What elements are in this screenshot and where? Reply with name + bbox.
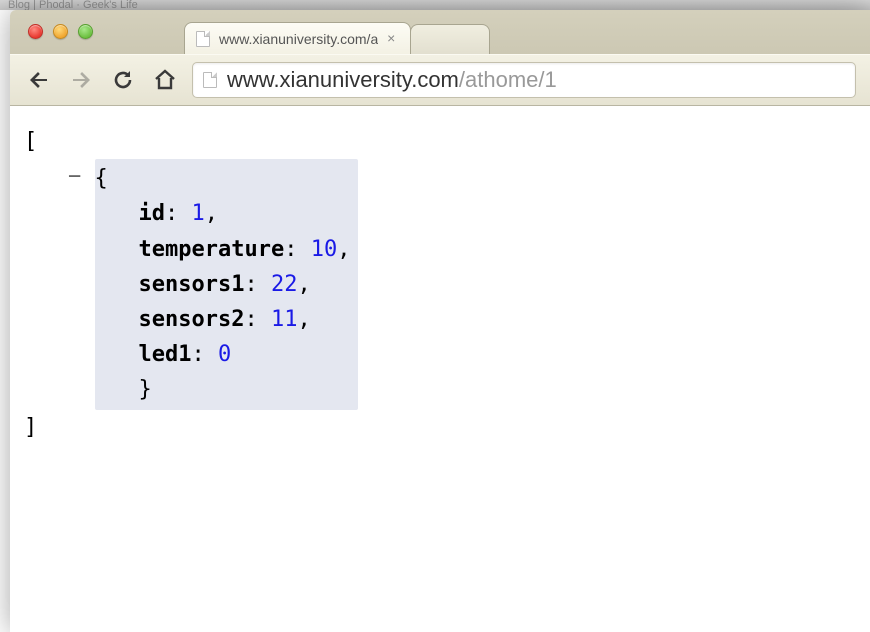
- window-close-button[interactable]: [28, 24, 43, 39]
- window-zoom-button[interactable]: [78, 24, 93, 39]
- json-row: sensors1: 22,: [95, 267, 351, 302]
- json-colon: :: [244, 307, 271, 332]
- traffic-lights: [28, 24, 93, 39]
- json-viewer: [ − { id: 1,temperature: 10,sensors1: 22…: [24, 124, 856, 445]
- json-row: id: 1,: [95, 196, 351, 231]
- os-tab-left: Blog | Phodal · Geek's Life: [8, 0, 138, 10]
- object-close: }: [139, 377, 152, 402]
- json-colon: :: [165, 201, 192, 226]
- json-value: 1: [192, 201, 205, 226]
- tab-bar: www.xianuniversity.com/a ×: [10, 10, 870, 54]
- back-button[interactable]: [24, 65, 54, 95]
- window-minimize-button[interactable]: [53, 24, 68, 39]
- home-icon: [153, 68, 177, 92]
- page-content: [ − { id: 1,temperature: 10,sensors1: 22…: [10, 106, 870, 632]
- reload-icon: [111, 68, 135, 92]
- document-icon: [196, 31, 210, 47]
- url-host: www.xianuniversity.com: [227, 67, 459, 92]
- json-colon: :: [244, 272, 271, 297]
- json-key: sensors2: [139, 307, 245, 332]
- toolbar: www.xianuniversity.com/athome/1: [10, 54, 870, 106]
- arrow-right-icon: [69, 68, 93, 92]
- json-key: sensors1: [139, 272, 245, 297]
- object-open: {: [95, 166, 108, 191]
- os-tab-strip: Blog | Phodal · Geek's Life: [0, 0, 870, 10]
- tab-close-button[interactable]: ×: [384, 32, 398, 46]
- json-object: { id: 1,temperature: 10,sensors1: 22,sen…: [95, 159, 359, 409]
- json-row: led1: 0: [95, 337, 351, 372]
- json-value: 22: [271, 272, 298, 297]
- url-text: www.xianuniversity.com/athome/1: [227, 67, 557, 93]
- json-colon: :: [191, 342, 218, 367]
- array-open: [: [24, 129, 37, 154]
- json-comma: ,: [297, 307, 310, 332]
- json-row: temperature: 10,: [95, 232, 351, 267]
- url-path: /athome/1: [459, 67, 557, 92]
- json-comma: ,: [337, 237, 350, 262]
- json-key: led1: [139, 342, 192, 367]
- json-comma: ,: [297, 272, 310, 297]
- disclosure-toggle[interactable]: −: [68, 164, 81, 189]
- document-icon: [203, 72, 217, 88]
- json-value: 10: [311, 237, 338, 262]
- forward-button[interactable]: [66, 65, 96, 95]
- json-value: 11: [271, 307, 298, 332]
- json-row: sensors2: 11,: [95, 302, 351, 337]
- browser-window: www.xianuniversity.com/a ×: [10, 10, 870, 632]
- browser-tab-inactive[interactable]: [410, 24, 490, 54]
- page-icon: [195, 31, 211, 47]
- json-key: temperature: [139, 237, 285, 262]
- home-button[interactable]: [150, 65, 180, 95]
- json-comma: ,: [205, 201, 218, 226]
- json-value: 0: [218, 342, 231, 367]
- json-colon: :: [284, 237, 311, 262]
- array-close: ]: [24, 415, 37, 440]
- address-bar[interactable]: www.xianuniversity.com/athome/1: [192, 62, 856, 98]
- arrow-left-icon: [27, 68, 51, 92]
- reload-button[interactable]: [108, 65, 138, 95]
- browser-tab-active[interactable]: www.xianuniversity.com/a ×: [184, 22, 411, 54]
- json-key: id: [139, 201, 166, 226]
- tab-title: www.xianuniversity.com/a: [219, 31, 378, 47]
